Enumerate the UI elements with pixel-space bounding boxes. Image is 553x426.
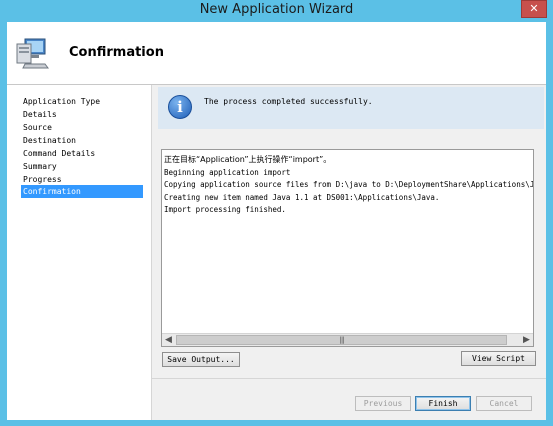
status-banner: i The process completed successfully.: [158, 87, 544, 129]
sidebar-item-details[interactable]: Details: [21, 108, 143, 121]
sidebar-item-source[interactable]: Source: [21, 121, 143, 134]
grip-icon: |||: [339, 336, 344, 344]
computer-icon: [16, 38, 49, 69]
log-line: Creating new item named Java 1.1 at DS00…: [164, 192, 440, 202]
wizard-header: Confirmation: [7, 22, 546, 85]
title-bar[interactable]: New Application Wizard ✕: [0, 0, 553, 22]
horizontal-scrollbar[interactable]: ◀ ||| ▶: [162, 333, 533, 346]
finish-button[interactable]: Finish: [415, 396, 471, 411]
close-icon: ✕: [529, 2, 539, 15]
view-script-button[interactable]: View Script: [461, 351, 536, 366]
sidebar-item-confirmation[interactable]: Confirmation: [21, 185, 143, 198]
scroll-left-arrow-icon[interactable]: ◀: [162, 334, 175, 346]
log-lines: 正在目标“Application”上执行操作“import”。 Beginnin…: [164, 154, 533, 332]
sidebar-item-destination[interactable]: Destination: [21, 134, 143, 147]
close-button[interactable]: ✕: [521, 0, 547, 18]
log-line: Import processing finished.: [164, 205, 286, 214]
status-message: The process completed successfully.: [204, 97, 373, 106]
scroll-right-arrow-icon[interactable]: ▶: [520, 334, 533, 346]
output-log[interactable]: 正在目标“Application”上执行操作“import”。 Beginnin…: [161, 149, 534, 347]
sidebar-item-summary[interactable]: Summary: [21, 160, 143, 173]
cancel-button[interactable]: Cancel: [476, 396, 532, 411]
window-title: New Application Wizard: [199, 2, 354, 17]
previous-button[interactable]: Previous: [355, 396, 411, 411]
log-line: 正在目标“Application”上执行操作“import”。: [164, 155, 332, 164]
save-output-button[interactable]: Save Output...: [162, 352, 240, 367]
log-line: Copying application source files from D:…: [164, 180, 533, 189]
wizard-steps-sidebar: Application Type Details Source Destinat…: [7, 85, 152, 420]
log-line: Beginning application import: [164, 167, 291, 177]
scrollbar-thumb[interactable]: |||: [176, 335, 507, 345]
footer-divider: [152, 378, 546, 379]
wizard-window: New Application Wizard ✕ Confirmation Ap…: [0, 0, 553, 426]
info-icon: i: [168, 95, 192, 119]
sidebar-item-command-details[interactable]: Command Details: [21, 147, 143, 160]
wizard-content: i The process completed successfully. 正在…: [152, 85, 546, 420]
wizard-client-area: Confirmation Application Type Details So…: [7, 22, 546, 420]
sidebar-item-application-type[interactable]: Application Type: [21, 95, 143, 108]
page-title: Confirmation: [69, 45, 164, 60]
